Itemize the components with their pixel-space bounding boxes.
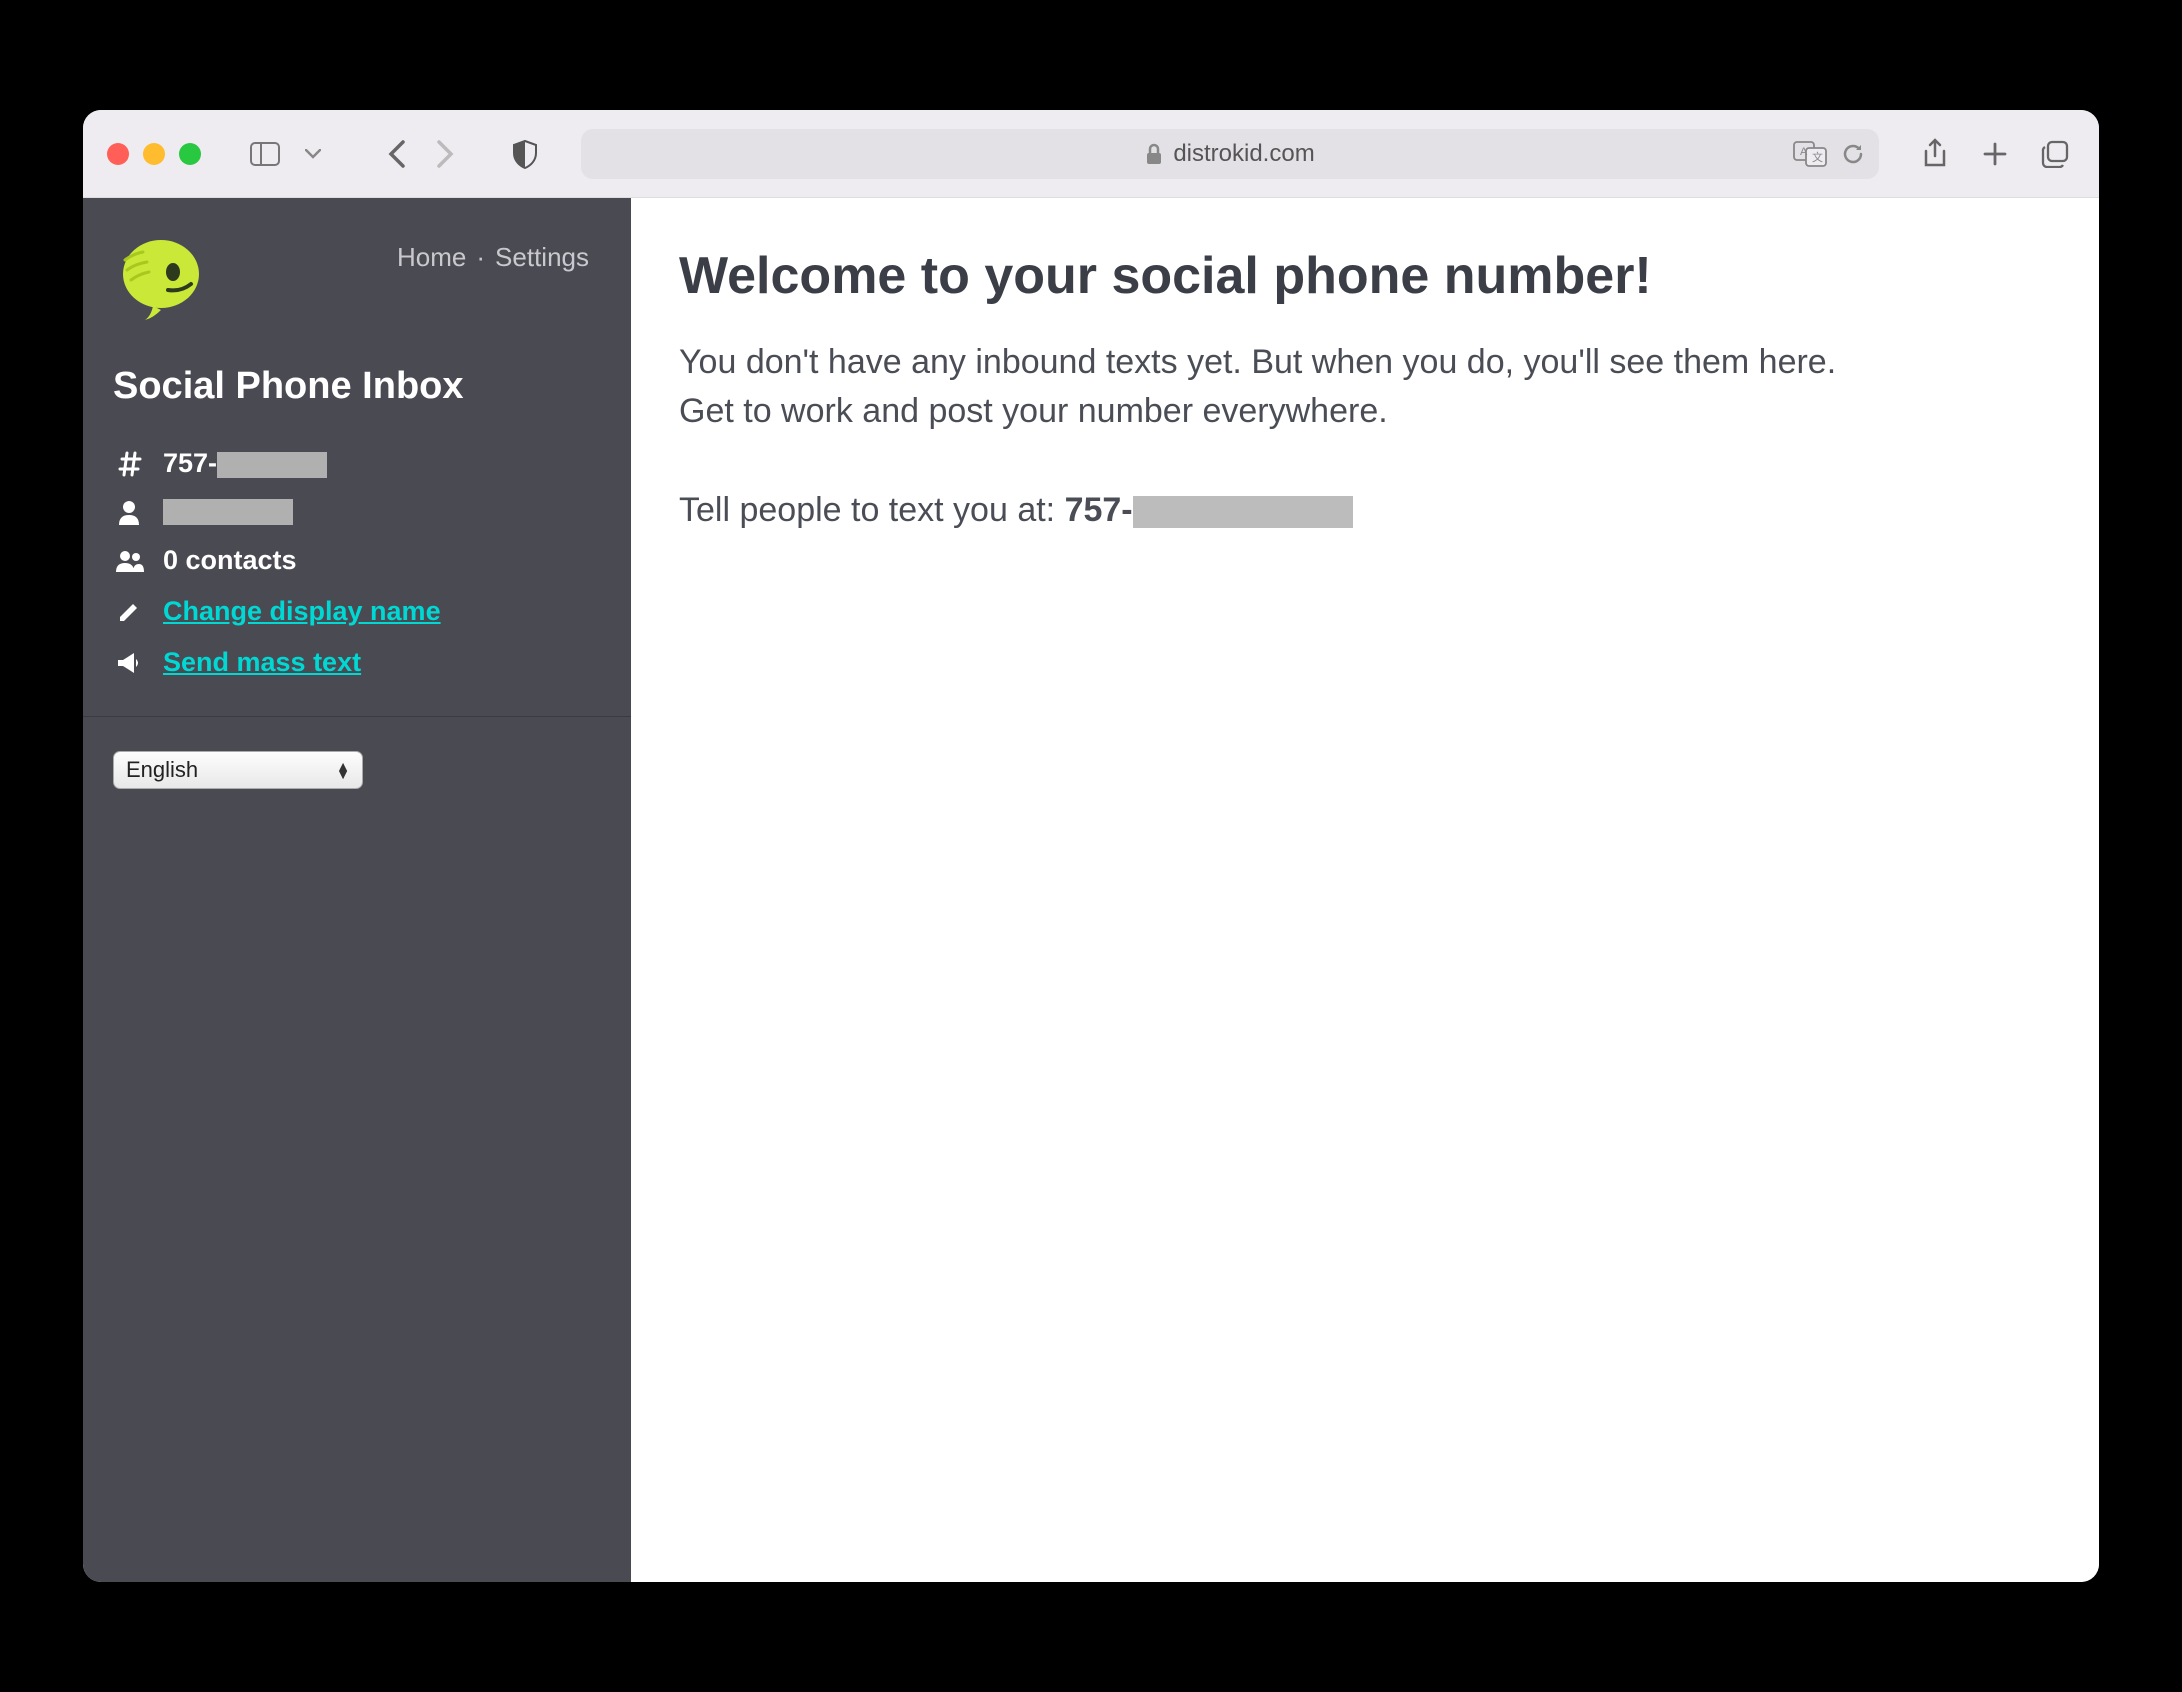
contacts-icon	[113, 549, 145, 573]
maximize-window-button[interactable]	[179, 143, 201, 165]
send-mass-text-row: Send mass text	[113, 637, 601, 688]
change-display-name-row: Change display name	[113, 586, 601, 637]
sidebar-toggle-group	[245, 134, 333, 174]
window-controls	[107, 143, 201, 165]
back-button[interactable]	[377, 134, 417, 174]
contacts-row: 0 contacts	[113, 535, 601, 586]
redacted-cta-phone	[1133, 496, 1353, 528]
cta-prefix: Tell people to text you at:	[679, 491, 1065, 529]
nav-home-link[interactable]: Home	[397, 242, 466, 273]
page-content: Home · Settings Social Phone Inbox 757-	[83, 198, 2099, 1582]
sidebar-title: Social Phone Inbox	[83, 345, 631, 438]
change-display-name-link[interactable]: Change display name	[163, 596, 441, 627]
contacts-count: 0 contacts	[163, 545, 297, 576]
redacted-phone	[217, 452, 327, 478]
main-content: Welcome to your social phone number! You…	[631, 198, 2099, 1582]
language-select[interactable]: English ▲▼	[113, 751, 363, 789]
address-bar-actions: A 文	[1793, 141, 1865, 167]
display-name-row	[113, 489, 601, 535]
pencil-icon	[113, 600, 145, 624]
minimize-window-button[interactable]	[143, 143, 165, 165]
phone-number-value: 757-	[163, 448, 327, 479]
url-text: distrokid.com	[1173, 140, 1314, 168]
close-window-button[interactable]	[107, 143, 129, 165]
distrokid-logo[interactable]	[113, 230, 208, 325]
cta-phone-number: 757-	[1065, 491, 1133, 529]
language-selected-value: English	[126, 757, 198, 783]
hash-icon	[113, 451, 145, 477]
page-title: Welcome to your social phone number!	[679, 246, 2051, 306]
reload-icon[interactable]	[1841, 141, 1865, 167]
svg-text:A: A	[1800, 146, 1808, 158]
new-tab-button[interactable]	[1975, 134, 2015, 174]
browser-toolbar: distrokid.com A 文	[83, 110, 2099, 198]
translate-icon[interactable]: A 文	[1793, 141, 1827, 167]
redacted-display-name	[163, 499, 293, 525]
tabs-overview-button[interactable]	[2035, 134, 2075, 174]
sidebar-header: Home · Settings	[83, 198, 631, 345]
nav-settings-link[interactable]: Settings	[495, 242, 589, 273]
sidebar: Home · Settings Social Phone Inbox 757-	[83, 198, 631, 1582]
forward-button[interactable]	[425, 134, 465, 174]
svg-text:文: 文	[1812, 150, 1823, 164]
language-select-container: English ▲▼	[83, 717, 631, 823]
person-icon	[113, 499, 145, 525]
phone-number-row: 757-	[113, 438, 601, 489]
empty-state-text: You don't have any inbound texts yet. Bu…	[679, 338, 1879, 437]
nav-buttons	[377, 134, 465, 174]
lock-icon	[1145, 143, 1163, 165]
share-button[interactable]	[1915, 134, 1955, 174]
sidebar-toggle-button[interactable]	[245, 134, 285, 174]
sidebar-nav: Home · Settings	[397, 230, 589, 273]
address-bar[interactable]: distrokid.com A 文	[581, 129, 1879, 179]
sidebar-info: 757-	[83, 438, 631, 688]
cta-text: Tell people to text you at: 757-	[679, 491, 2051, 530]
nav-separator: ·	[476, 242, 485, 273]
select-arrows-icon: ▲▼	[336, 762, 350, 778]
chevron-down-icon[interactable]	[293, 134, 333, 174]
send-mass-text-link[interactable]: Send mass text	[163, 647, 361, 678]
browser-window: distrokid.com A 文	[83, 110, 2099, 1582]
bullhorn-icon	[113, 651, 145, 675]
shield-icon[interactable]	[505, 134, 545, 174]
